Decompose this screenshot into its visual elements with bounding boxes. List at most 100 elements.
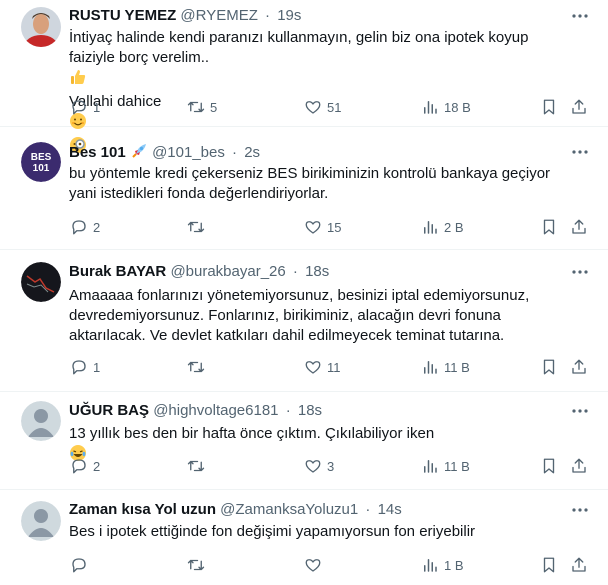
views-button[interactable]: 11 B [421,456,470,476]
reply-icon [72,558,86,573]
retweet-icon [187,559,205,571]
author-name[interactable]: Burak BAYAR [69,263,166,280]
like-button[interactable]: 3 [304,456,334,476]
reply-count: 2 [93,219,101,235]
author-name[interactable]: Zaman kısa Yol uzun [69,501,216,518]
tweet-header: Bes 101 @101_bes · 2s [69,142,568,162]
author-name[interactable]: Bes 101 [69,144,126,161]
tweet-line: İntiyaç halinde kendi paranızı kullanmay… [69,29,529,46]
view-count: 18 B [444,99,471,115]
tweet-4[interactable]: UĞUR BAŞ @highvoltage6181 · 18s 13 yıllı… [0,392,608,490]
more-icon[interactable] [570,142,590,162]
retweet-icon [187,361,205,373]
like-icon [305,221,321,234]
reply-icon [72,100,86,115]
author-handle[interactable]: @burakbayar_26 [170,263,285,280]
views-button[interactable]: 2 B [421,217,464,237]
retweet-button[interactable] [187,217,210,237]
bookmark-button[interactable] [540,217,558,237]
timestamp[interactable]: 19s [277,7,301,24]
share-icon [572,458,586,473]
more-icon[interactable] [570,262,590,282]
views-icon [424,361,437,374]
svg-text:101: 101 [33,163,50,174]
share-button[interactable] [570,456,588,476]
tweet-1[interactable]: RUSTU YEMEZ @RYEMEZ · 19s İntiyaç halind… [0,0,608,153]
author-name[interactable]: UĞUR BAŞ [69,402,149,419]
avatar[interactable] [21,7,61,47]
reply-button[interactable] [70,555,93,575]
timestamp[interactable]: 2s [244,144,260,161]
avatar[interactable]: BES 101 [21,142,61,182]
share-button[interactable] [570,97,588,117]
bookmark-icon [543,359,555,375]
retweet-button[interactable] [187,555,210,575]
tweet-5[interactable]: Zaman kısa Yol uzun @ZamanksaYoluzu1 · 1… [0,490,608,585]
reply-icon [72,220,86,235]
like-count: 11 [327,359,341,375]
share-button[interactable] [570,357,588,377]
like-icon [305,101,321,114]
retweet-count: 5 [210,99,218,115]
retweet-button[interactable] [187,456,210,476]
author-handle[interactable]: @101_bes [152,144,225,161]
tweet-text: bu yöntemle kredi çekerseniz BES birikim… [69,164,569,204]
avatar[interactable] [21,501,61,541]
reply-icon [72,459,86,474]
like-count: 51 [327,99,342,115]
tweet-actions: 1 B [64,555,594,575]
views-button[interactable]: 18 B [421,97,471,117]
like-button[interactable]: 15 [304,217,341,237]
timestamp[interactable]: 18s [298,402,322,419]
like-button[interactable] [304,555,327,575]
tweet-line-with-emoji: faiziyle borç verelim.. [69,48,569,92]
bookmark-button[interactable] [540,357,558,377]
author-name[interactable]: RUSTU YEMEZ [69,7,176,24]
bookmark-button[interactable] [540,555,558,575]
more-icon[interactable] [570,6,590,26]
tweet-actions: 1 5 51 18 B [64,97,594,117]
bookmark-icon [543,99,555,115]
tweet-line: yani istedikleri fonda değerlendiriyorla… [69,185,329,202]
views-button[interactable]: 11 B [421,357,470,377]
avatar[interactable] [21,262,61,302]
author-handle[interactable]: @highvoltage6181 [153,402,278,419]
reply-button[interactable]: 1 [70,97,100,117]
reply-count: 2 [93,458,101,474]
reply-button[interactable]: 1 [70,357,100,377]
share-icon [572,557,586,572]
timestamp[interactable]: 18s [305,263,329,280]
author-handle[interactable]: @ZamanksaYoluzu1 [220,501,358,518]
share-button[interactable] [570,555,588,575]
retweet-icon [187,101,205,113]
tweet-text: Bes i ipotek ettiğinde fon değişimi yapa… [69,522,569,542]
share-icon [572,359,586,374]
retweet-icon [187,460,205,472]
retweet-button[interactable]: 5 [187,97,217,117]
more-icon[interactable] [570,401,590,421]
reply-button[interactable]: 2 [70,456,100,476]
tweet-header: Burak BAYAR @burakbayar_26 · 18s [69,262,568,282]
retweet-button[interactable] [187,357,210,377]
bookmark-button[interactable] [540,456,558,476]
views-icon [424,221,437,234]
tweet-3[interactable]: Burak BAYAR @burakbayar_26 · 18s Amaaaaa… [0,250,608,392]
more-icon[interactable] [570,500,590,520]
bookmark-button[interactable] [540,97,558,117]
reply-count: 1 [93,99,101,115]
reply-button[interactable]: 2 [70,217,100,237]
tweet-2[interactable]: BES 101 Bes 101 @101_bes · 2s bu yönteml… [0,127,608,250]
views-button[interactable]: 1 B [421,555,464,575]
retweet-icon [187,221,205,233]
like-count: 15 [327,219,342,235]
like-button[interactable]: 51 [304,97,341,117]
tweet-line: bu yöntemle kredi çekerseniz BES birikim… [69,165,551,182]
like-button[interactable]: 11 [304,357,341,377]
author-handle[interactable]: @RYEMEZ [180,7,257,24]
tweet-line: Bes i ipotek ettiğinde fon değişimi yapa… [69,523,476,540]
separator-dot: · [365,501,371,518]
avatar[interactable] [21,401,61,441]
timestamp[interactable]: 14s [378,501,402,518]
share-button[interactable] [570,217,588,237]
tweet-feed: RUSTU YEMEZ @RYEMEZ · 19s İntiyaç halind… [0,0,608,585]
